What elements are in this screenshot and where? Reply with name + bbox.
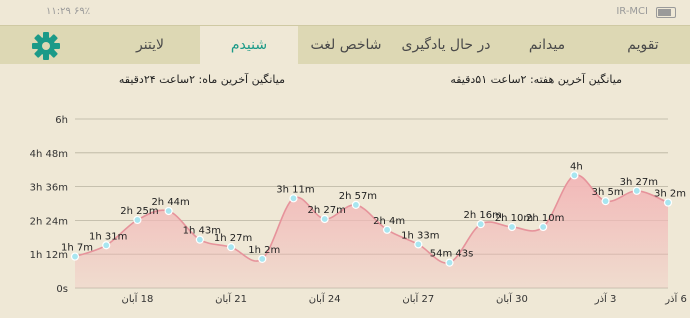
- value-label: 1h 2m: [248, 245, 280, 256]
- tab-bar: تقویم میدانم در حال یادگیری شاخص لغت شنی…: [0, 25, 690, 64]
- data-point[interactable]: [320, 214, 329, 224]
- value-label: 3h 27m: [620, 177, 658, 188]
- month-average-text: میانگین آخرین ماه: ۲ساعت ۲۴دقیقه: [118, 73, 285, 86]
- carrier-text: IR-MCI: [616, 6, 648, 17]
- x-tick-label: 6 آذر: [664, 292, 687, 305]
- data-point[interactable]: [383, 225, 392, 234]
- y-tick-label: 6h: [55, 115, 68, 126]
- data-point[interactable]: [70, 252, 80, 261]
- tab-word-index[interactable]: شاخص لغت: [298, 26, 394, 64]
- data-point[interactable]: [570, 171, 579, 180]
- data-point[interactable]: [226, 243, 236, 252]
- y-tick-label: 2h 24m: [30, 216, 68, 227]
- battery-icon: [656, 7, 676, 18]
- data-point[interactable]: [476, 220, 485, 229]
- value-label: 2h 27m: [308, 205, 346, 216]
- tab-leitner[interactable]: لایتنر: [100, 26, 200, 64]
- data-point[interactable]: [663, 198, 673, 207]
- tab-known[interactable]: میدانم: [498, 26, 596, 64]
- value-label: 2h 4m: [373, 216, 405, 227]
- settings-gear-icon[interactable]: [30, 31, 62, 61]
- value-label: 54m 43s: [430, 249, 474, 260]
- value-label: 3h 2m: [654, 189, 686, 200]
- data-point[interactable]: [601, 197, 610, 206]
- data-point[interactable]: [632, 186, 641, 195]
- x-tick-label: 3 آذر: [594, 292, 617, 305]
- data-point[interactable]: [133, 215, 142, 225]
- x-tick-label: 30 آبان: [496, 292, 528, 305]
- x-tick-label: 27 آبان: [402, 292, 434, 305]
- x-tick-label: 18 آبان: [121, 292, 153, 305]
- y-tick-label: 0s: [56, 284, 68, 295]
- value-label: 2h 10m: [526, 213, 564, 224]
- tab-heard[interactable]: شنیدم: [200, 26, 298, 64]
- data-point[interactable]: [414, 240, 423, 249]
- tab-learning[interactable]: در حال یادگیری: [394, 26, 498, 64]
- data-point[interactable]: [351, 200, 360, 210]
- data-point[interactable]: [164, 206, 173, 216]
- value-label: 3h 5m: [592, 187, 624, 198]
- value-label: 1h 33m: [401, 230, 439, 241]
- y-tick-label: 4h 48m: [30, 149, 68, 160]
- x-tick-label: 21 آبان: [215, 292, 247, 305]
- data-point[interactable]: [539, 222, 548, 232]
- value-label: 2h 57m: [339, 191, 377, 202]
- tab-calendar[interactable]: تقویم: [596, 26, 690, 64]
- status-bar: ۱۱:۲۹ ۶۹٪ IR-MCI: [0, 0, 690, 24]
- week-average-text: میانگین آخرین هفته: ۲ساعت ۵۱دقیقه: [450, 73, 622, 86]
- value-label: 4h: [570, 161, 583, 172]
- data-point[interactable]: [102, 241, 111, 250]
- data-point[interactable]: [258, 254, 267, 263]
- value-label: 1h 7m: [61, 243, 93, 254]
- value-label: 1h 27m: [214, 233, 252, 244]
- value-label: 3h 11m: [276, 184, 314, 195]
- value-label: 1h 31m: [89, 231, 127, 242]
- value-label: 2h 44m: [151, 197, 189, 208]
- data-point[interactable]: [195, 235, 204, 244]
- listening-time-chart: 0s1h 12m2h 24m3h 36m4h 48m6h1h 7m1h 31m2…: [30, 115, 687, 305]
- data-point[interactable]: [445, 258, 454, 267]
- data-point[interactable]: [289, 194, 298, 203]
- status-left-text: ۱۱:۲۹ ۶۹٪: [46, 6, 91, 17]
- y-tick-label: 3h 36m: [30, 183, 68, 194]
- data-point[interactable]: [507, 222, 517, 232]
- x-tick-label: 24 آبان: [309, 292, 341, 305]
